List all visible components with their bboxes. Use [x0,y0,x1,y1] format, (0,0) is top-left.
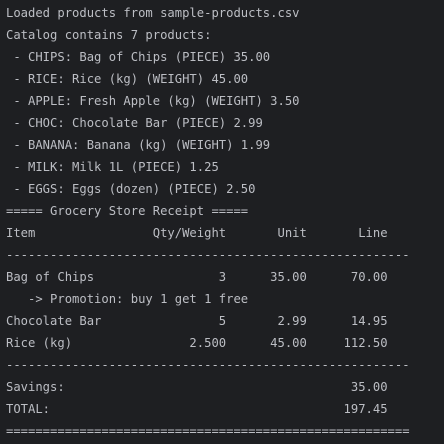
receipt-row: Chocolate Bar 5 2.99 14.95 [6,314,388,328]
receipt-header: Item Qty/Weight Unit Line [6,226,388,240]
console-line: Catalog contains 7 products: [6,28,212,42]
catalog-item: - MILK: Milk 1L (PIECE) 1.25 [6,160,219,174]
catalog-item: - BANANA: Banana (kg) (WEIGHT) 1.99 [6,138,271,152]
receipt-divider: ----------------------------------------… [6,248,410,262]
catalog-item: - RICE: Rice (kg) (WEIGHT) 45.00 [6,72,249,86]
console-output: Loaded products from sample-products.csv… [0,0,444,444]
receipt-footer-divider: ========================================… [6,424,410,438]
savings-row: Savings: 35.00 [6,380,388,394]
receipt-title: ===== Grocery Store Receipt ===== [6,204,249,218]
receipt-row: Rice (kg) 2.500 45.00 112.50 [6,336,388,350]
catalog-item: - EGGS: Eggs (dozen) (PIECE) 2.50 [6,182,256,196]
promotion-note: -> Promotion: buy 1 get 1 free [6,292,249,306]
receipt-divider: ----------------------------------------… [6,358,410,372]
catalog-item: - CHIPS: Bag of Chips (PIECE) 35.00 [6,50,271,64]
receipt-row: Bag of Chips 3 35.00 70.00 [6,270,388,284]
console-line: Loaded products from sample-products.csv [6,6,300,20]
catalog-item: - CHOC: Chocolate Bar (PIECE) 2.99 [6,116,263,130]
total-row: TOTAL: 197.45 [6,402,388,416]
catalog-item: - APPLE: Fresh Apple (kg) (WEIGHT) 3.50 [6,94,300,108]
